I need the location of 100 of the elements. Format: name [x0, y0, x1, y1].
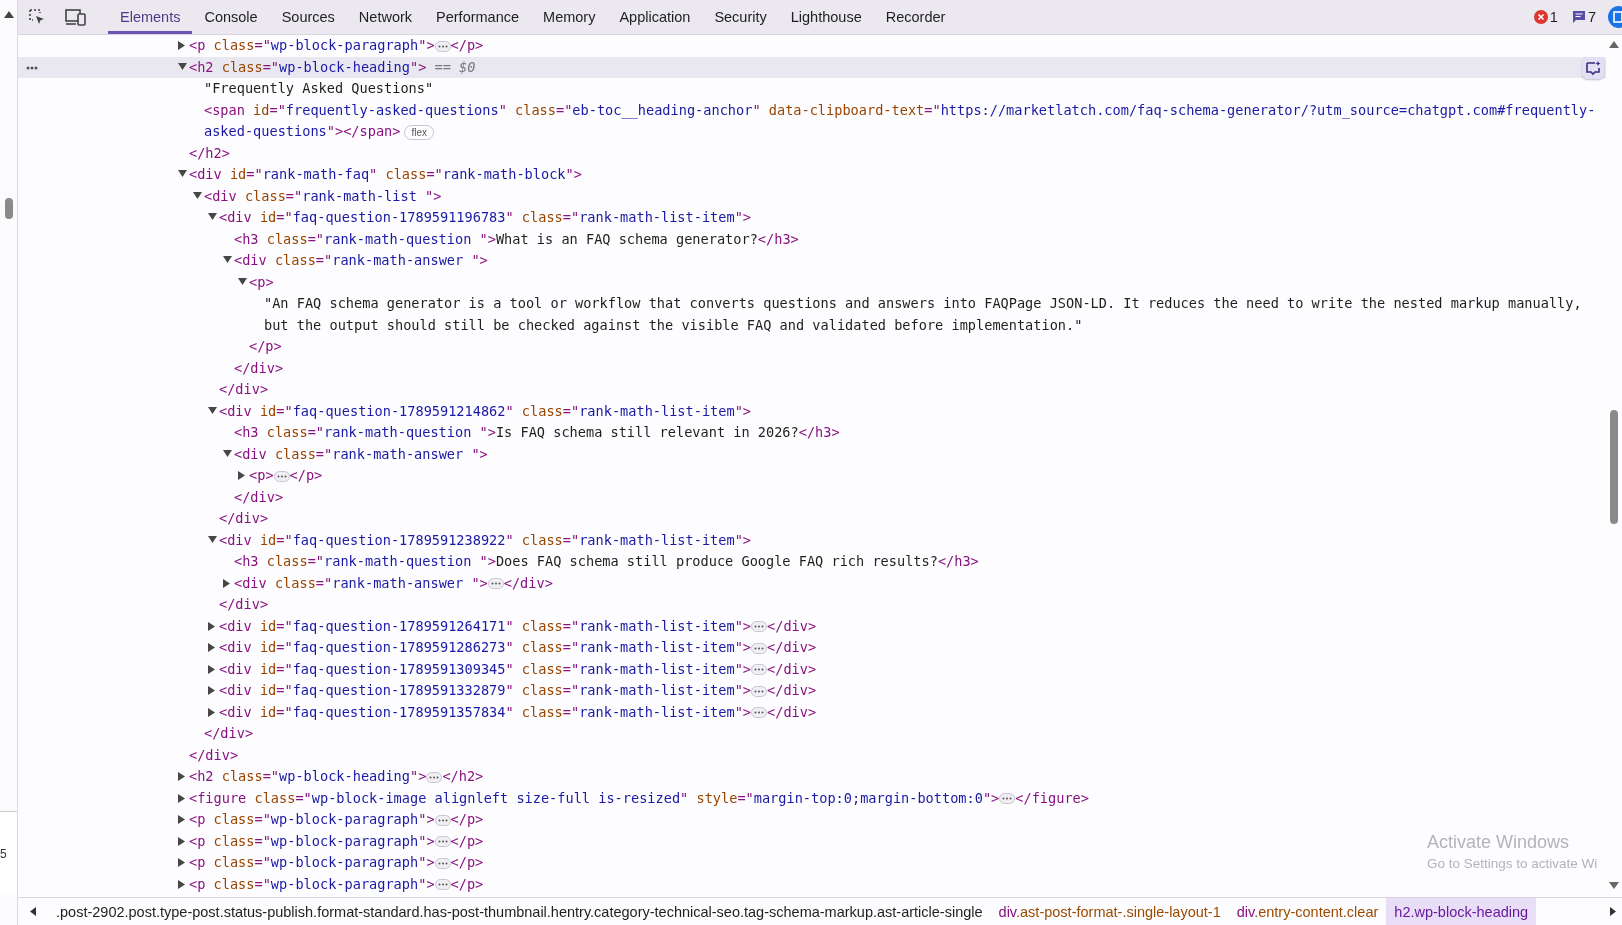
dom-tree-row[interactable]: </h2>	[18, 142, 232, 164]
dom-tree-row[interactable]: <div id="faq-question-1789591357834" class="rank-math-list-item"> </div>	[18, 701, 819, 723]
caret-right-icon[interactable]	[208, 707, 215, 717]
caret-down-icon[interactable]	[178, 170, 187, 177]
dom-tree-row[interactable]: </div>	[18, 594, 271, 616]
caret-right-icon[interactable]	[208, 621, 215, 631]
panel-tab[interactable]: Recorder	[873, 0, 958, 34]
caret-down-icon[interactable]	[223, 449, 232, 457]
dom-tree-row[interactable]: </p>	[18, 336, 284, 358]
message-count-button[interactable]: 7	[1569, 0, 1598, 34]
dom-tree-row[interactable]: "Frequently Asked Questions"	[18, 78, 436, 100]
panel-tab[interactable]: Security	[702, 0, 779, 34]
dom-tree-row[interactable]: </div>	[18, 744, 241, 766]
caret-down-icon[interactable]	[208, 213, 217, 220]
dom-tree-row[interactable]: <p class="wp-block-paragraph"> </p>	[18, 35, 486, 57]
dom-tree-row[interactable]: </div>	[18, 723, 256, 745]
caret-down-icon[interactable]	[223, 256, 232, 263]
ellipsis-icon[interactable]	[751, 707, 768, 718]
caret-down-icon[interactable]	[208, 406, 217, 414]
caret-right-icon[interactable]	[178, 858, 185, 867]
caret-right-icon[interactable]	[178, 815, 185, 824]
panel-tab[interactable]: Lighthouse	[778, 0, 874, 34]
dom-tree-row[interactable]: </div>	[18, 357, 286, 379]
scroll-left-icon[interactable]	[30, 907, 36, 916]
dom-tree-row[interactable]: <div class="rank-math-list ">	[18, 185, 444, 207]
caret-right-icon[interactable]	[178, 793, 185, 803]
activation-notice-text: Go to Settings to activate Wi	[1427, 856, 1599, 871]
ai-assistance-button[interactable]	[1582, 56, 1604, 79]
dom-tree-row[interactable]: <div id="faq-question-1789591214862" class="rank-math-list-item">	[18, 400, 754, 422]
dock-side-icon[interactable]	[1608, 6, 1622, 28]
ellipsis-icon[interactable]	[751, 664, 768, 675]
breadcrumb-item[interactable]: .post-2902.post.type-post.status-publish.format-standard.has-post-thumbnail.hentry.category-technical-seo.tag-schema-markup.ast-article-single	[48, 898, 991, 925]
caret-right-icon[interactable]	[223, 578, 230, 588]
dom-tree-row[interactable]: <h3 class="rank-math-question ">Is FAQ schema still relevant in 2026?</h3>	[18, 422, 842, 444]
dom-tree-row[interactable]: </div>	[18, 508, 271, 530]
scroll-up-icon[interactable]	[3, 11, 14, 18]
dom-tree-row[interactable]: <figure class="wp-block-image alignleft size-full is-resized" style="margin-top:0;margin-bottom:0"> </figure>	[18, 787, 1091, 809]
dom-tree-row[interactable]: <h2 class="wp-block-heading"> </h2>	[18, 766, 486, 788]
dom-tree-row[interactable]: <h2 class="wp-block-heading"> == $0	[18, 56, 1606, 78]
caret-down-icon[interactable]	[178, 62, 187, 70]
ellipsis-icon[interactable]	[434, 836, 451, 847]
caret-down-icon[interactable]	[208, 535, 217, 543]
dom-tree-row[interactable]: </div>	[18, 379, 271, 401]
error-count-button[interactable]: 1	[1531, 0, 1560, 34]
ellipsis-icon[interactable]	[999, 793, 1016, 804]
dom-tree-row[interactable]: <p>	[18, 271, 276, 293]
ellipsis-icon[interactable]	[434, 879, 451, 890]
dom-tree-row[interactable]: <div id="faq-question-1789591264171" class="rank-math-list-item"> </div>	[18, 615, 819, 637]
breadcrumb-item[interactable]: h2.wp-block-heading	[1386, 898, 1537, 925]
scrollbar-thumb[interactable]	[4, 198, 13, 219]
dom-tree-row[interactable]: <p> </p>	[18, 465, 325, 487]
message-icon	[1571, 10, 1586, 24]
dom-tree-row[interactable]: <div id="faq-question-1789591332879" class="rank-math-list-item"> </div>	[18, 680, 819, 702]
dom-tree-row[interactable]: <span id="frequently-asked-questions" class="eb-toc__heading-anchor" data-clipboard-text="https://marketlatch.com/faq-schema-generator/?utm_source=chatgpt.com#frequently-asked-questions"></span> flex	[18, 99, 1606, 143]
dom-tree-row[interactable]: <p class="wp-block-paragraph"> </p>	[18, 809, 486, 831]
error-icon	[1533, 10, 1548, 24]
dom-tree-row[interactable]: <div class="rank-math-answer ">	[18, 443, 490, 465]
breadcrumb-item[interactable]: div.entry-content.clear	[1228, 898, 1387, 925]
dom-tree-row[interactable]: <div id="faq-question-1789591196783" class="rank-math-list-item">	[18, 207, 754, 229]
panel-tab[interactable]: Elements	[108, 0, 193, 34]
caret-right-icon[interactable]	[208, 643, 215, 652]
caret-right-icon[interactable]	[178, 879, 185, 889]
dom-tree-row[interactable]: </div>	[18, 486, 286, 508]
panel-tab[interactable]: Sources	[269, 0, 347, 34]
ellipsis-icon[interactable]	[487, 578, 504, 589]
dom-tree-row[interactable]: <p class="wp-block-paragraph"> </p>	[18, 852, 486, 874]
chat-sparkle-icon	[1585, 59, 1601, 76]
more-options-icon[interactable]	[26, 65, 38, 70]
dom-tree-row[interactable]: <div class="rank-math-answer ">	[18, 250, 490, 272]
panel-tab[interactable]: Performance	[424, 0, 532, 34]
dom-tree-row[interactable]: <div id="faq-question-1789591286273" class="rank-math-list-item"> </div>	[18, 637, 819, 659]
scrollbar-thumb[interactable]	[1610, 410, 1618, 524]
caret-right-icon[interactable]	[178, 772, 185, 781]
ellipsis-icon[interactable]	[751, 621, 768, 632]
dom-tree-row[interactable]: <p class="wp-block-paragraph"> </p>	[18, 830, 486, 852]
scroll-down-icon[interactable]	[1609, 882, 1619, 889]
panel-tab[interactable]: Network	[346, 0, 425, 34]
dom-tree-row[interactable]: <div id="faq-question-1789591238922" class="rank-math-list-item">	[18, 529, 754, 551]
dom-tree-row[interactable]: <h3 class="rank-math-question ">Does FAQ schema still produce Google FAQ rich results?</h3>	[18, 551, 981, 573]
caret-down-icon[interactable]	[238, 277, 247, 285]
caret-right-icon[interactable]	[238, 471, 245, 480]
scroll-up-icon[interactable]	[1609, 41, 1619, 48]
caret-right-icon[interactable]	[208, 686, 215, 695]
panel-tab[interactable]: Console	[192, 0, 270, 34]
caret-down-icon[interactable]	[193, 191, 202, 199]
dom-tree-row[interactable]: <h3 class="rank-math-question ">What is an FAQ schema generator?</h3>	[18, 228, 801, 250]
dom-tree-row[interactable]: <div id="faq-question-1789591309345" class="rank-math-list-item"> </div>	[18, 658, 819, 680]
scroll-right-icon[interactable]	[1610, 907, 1616, 916]
caret-right-icon[interactable]	[208, 664, 215, 674]
panel-tab[interactable]: Application	[607, 0, 703, 34]
dom-tree-row[interactable]: "An FAQ schema generator is a tool or workflow that converts questions and answers into FAQPage JSON-LD. It reduces the need to write the nested markup manually, but the output should still be checked against the visible FAQ and validated before implementation."	[18, 293, 1606, 336]
caret-right-icon[interactable]	[178, 41, 185, 50]
panel-tab[interactable]: Memory	[531, 0, 608, 34]
breadcrumb-item[interactable]: div.ast-post-format-.single-layout-1	[990, 898, 1229, 925]
dom-tree-row[interactable]: <p class="wp-block-paragraph"> </p>	[18, 873, 486, 895]
activation-notice-title: Activate Windows	[1427, 832, 1571, 853]
dom-tree-row[interactable]: <div id="rank-math-faq" class="rank-math-block">	[18, 164, 584, 186]
device-toolbar-icon[interactable]	[65, 8, 87, 26]
caret-right-icon[interactable]	[178, 836, 185, 846]
dom-tree-row[interactable]: <div class="rank-math-answer "> </div>	[18, 572, 555, 594]
